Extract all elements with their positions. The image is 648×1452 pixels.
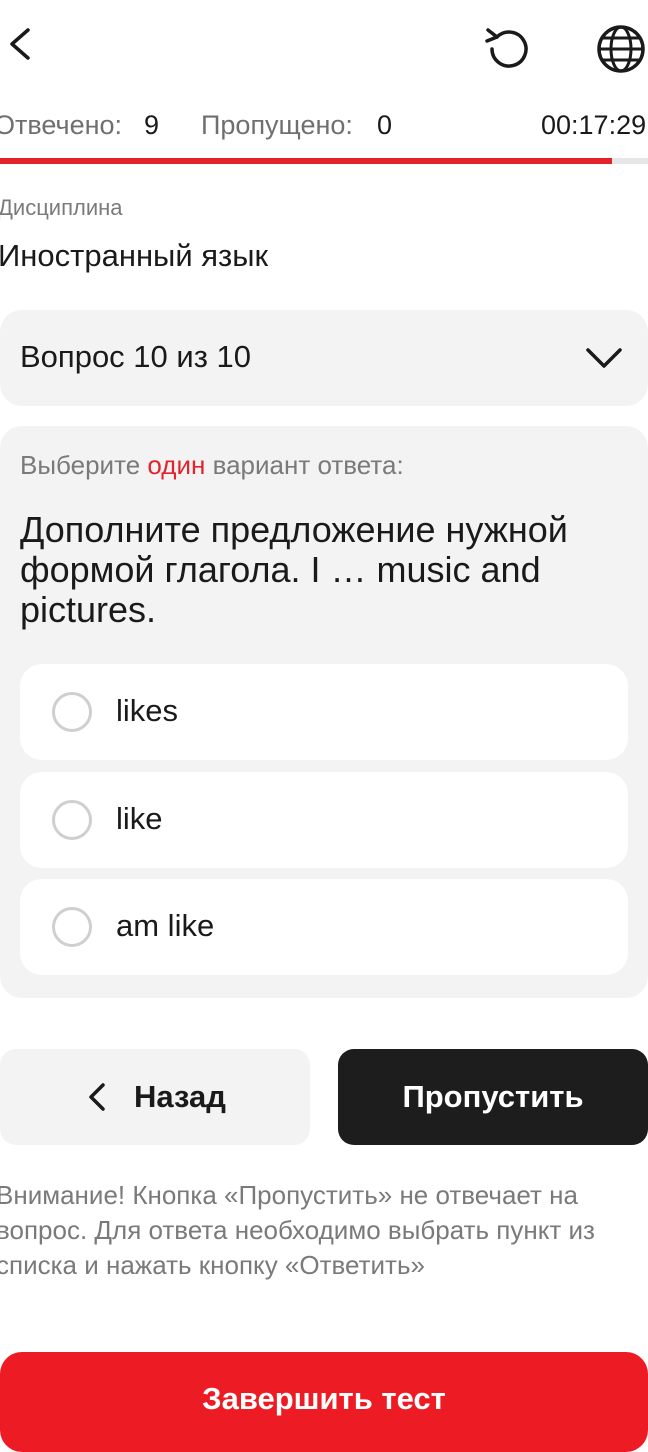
answer-instruction: Выберите один вариант ответа: [20,450,404,481]
previous-question-button[interactable]: Назад [0,1049,310,1145]
progress-fill [0,158,612,164]
timer: 00:17:29 [541,110,647,140]
radio-button[interactable] [52,692,92,732]
chevron-left-icon [10,28,30,60]
question-text: Дополните предложение нужной формой глаг… [20,509,568,630]
rotate-ccw-icon [485,28,528,68]
answer-option[interactable]: like [20,772,628,868]
skip-button-label: Пропустить [402,1079,584,1114]
back-button[interactable] [0,22,44,66]
answer-option-label: likes [116,693,179,728]
instruction-prefix: Выберите [20,450,141,480]
radio-button[interactable] [52,800,92,840]
question-number: Вопрос 10 из 10 [20,339,252,374]
test-stats: Отвечено: 9 Пропущено: 0 00:17:29 [0,110,648,146]
skipped-count: 0 [377,110,393,140]
answered-label: Отвечено: [0,110,123,140]
chevron-down-icon [586,348,622,368]
answer-option[interactable]: am like [20,879,628,975]
question-card: Выберите один вариант ответа: Дополните … [0,426,648,998]
previous-question-label: Назад [134,1079,226,1114]
finish-test-label: Завершить тест [202,1381,446,1416]
restart-button[interactable] [480,22,534,76]
skip-button[interactable]: Пропустить [338,1049,648,1145]
chevron-left-icon [89,1083,105,1111]
instruction-suffix: вариант ответа: [212,450,404,480]
answer-option-label: like [116,801,163,836]
answer-option[interactable]: likes [20,664,628,760]
radio-button[interactable] [52,907,92,947]
language-button[interactable] [594,22,648,76]
answer-option-label: am like [116,908,215,943]
question-selector[interactable]: Вопрос 10 из 10 [0,310,648,406]
finish-test-button[interactable]: Завершить тест [0,1352,648,1452]
answered-count: 9 [144,110,160,140]
instruction-accent: один [147,450,206,480]
discipline-label: Дисциплина [0,195,123,220]
discipline-value: Иностранный язык [0,238,269,273]
skip-notice: Внимание! Кнопка «Пропустить» не отвечае… [0,1180,595,1280]
globe-icon [597,25,645,73]
skipped-label: Пропущено: [201,110,353,140]
